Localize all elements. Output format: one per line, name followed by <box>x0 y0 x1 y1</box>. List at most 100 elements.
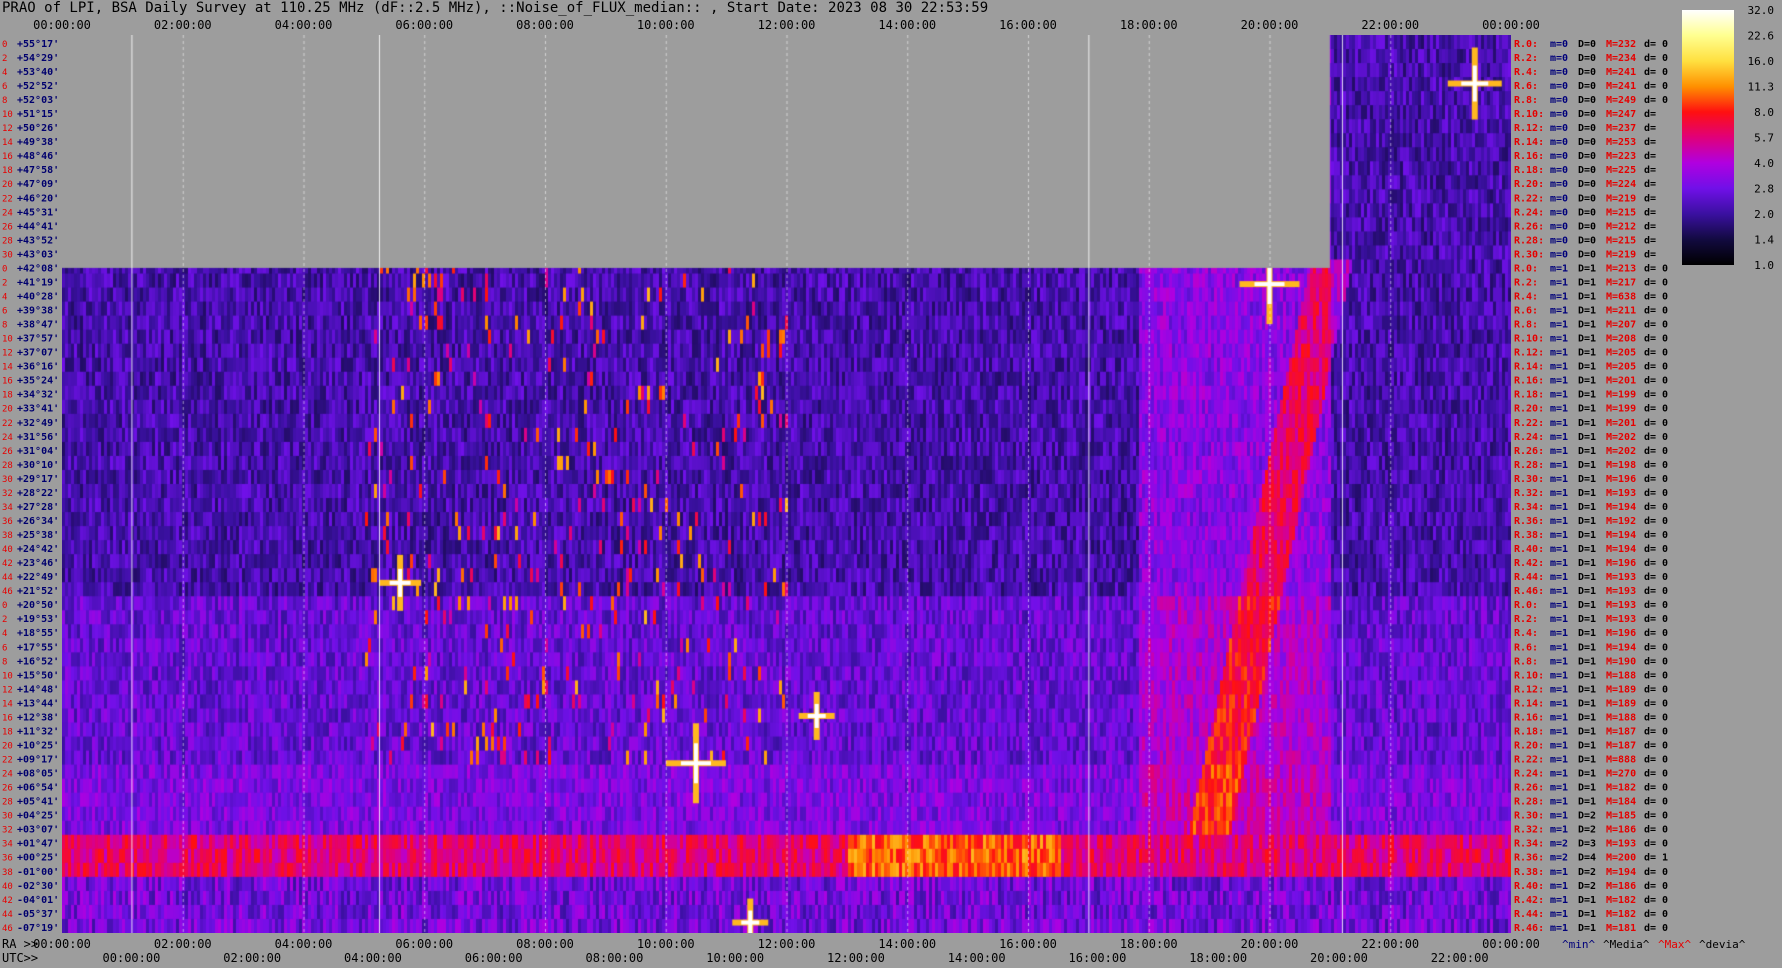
utc-tick-label: 02:00:00 <box>223 951 281 965</box>
stats-deviation: d= 0 <box>1644 488 1668 499</box>
row-index-label: 24 <box>2 770 13 780</box>
stats-min: m=1 <box>1550 614 1568 625</box>
stats-min: m=1 <box>1550 320 1568 331</box>
declination-label: +41°19' <box>17 277 59 288</box>
declination-label: +23°46' <box>17 558 59 569</box>
stats-row-label: R.12: <box>1514 123 1544 134</box>
colorbar-tick-label: 4.0 <box>1754 157 1774 170</box>
declination-label: +53°40' <box>17 67 59 78</box>
stats-median: D=2 <box>1578 825 1596 836</box>
stats-row-label: R.6: <box>1514 81 1538 92</box>
stats-deviation: d= 0 <box>1644 460 1668 471</box>
declination-label: +44°41' <box>17 221 59 232</box>
stats-deviation: d= <box>1644 193 1656 204</box>
stats-deviation: d= 0 <box>1644 474 1668 485</box>
stats-max: M=199 <box>1606 390 1636 401</box>
row-index-label: 2 <box>2 54 7 64</box>
stats-median: D=1 <box>1578 614 1596 625</box>
declination-label: +26°34' <box>17 516 59 527</box>
stats-deviation: d= 0 <box>1644 614 1668 625</box>
stats-row-label: R.16: <box>1514 376 1544 387</box>
stats-deviation: d= 0 <box>1644 839 1668 850</box>
declination-label: -02°30' <box>17 881 59 892</box>
row-index-label: 24 <box>2 208 13 218</box>
stats-deviation: d= 0 <box>1644 502 1668 513</box>
declination-label: +04°25' <box>17 811 59 822</box>
stats-min: m=1 <box>1550 698 1568 709</box>
stats-max: M=205 <box>1606 348 1636 359</box>
stats-min: m=1 <box>1550 895 1568 906</box>
stats-row-label: R.38: <box>1514 867 1544 878</box>
stats-min: m=1 <box>1550 726 1568 737</box>
declination-label: +27°28' <box>17 502 59 513</box>
row-index-label: 38 <box>2 868 13 878</box>
declination-label: +50°26' <box>17 123 59 134</box>
declination-label: +03°07' <box>17 825 59 836</box>
declination-label: +48°46' <box>17 151 59 162</box>
declination-label: -07°19' <box>17 923 59 934</box>
stats-min: m=0 <box>1550 109 1568 120</box>
stats-min: m=1 <box>1550 923 1568 934</box>
row-index-label: 18 <box>2 166 13 176</box>
stats-median: D=1 <box>1578 446 1596 457</box>
colorbar-tick-label: 5.7 <box>1754 132 1774 145</box>
stats-row-label: R.30: <box>1514 474 1544 485</box>
stats-deviation: d= 0 <box>1644 390 1668 401</box>
stats-max: M=182 <box>1606 783 1636 794</box>
top-tick-label: 20:00:00 <box>1241 18 1299 32</box>
declination-label: +47°58' <box>17 165 59 176</box>
stats-deviation: d= 0 <box>1644 642 1668 653</box>
stats-row-label: R.6: <box>1514 642 1538 653</box>
row-index-label: 28 <box>2 236 13 246</box>
stats-deviation: d= 0 <box>1644 656 1668 667</box>
row-index-label: 8 <box>2 96 7 106</box>
stats-deviation: d= 0 <box>1644 797 1668 808</box>
colorbar-gradient <box>1682 10 1734 265</box>
colorbar-tick-label: 11.3 <box>1748 81 1775 94</box>
stats-median: D=0 <box>1578 123 1596 134</box>
declination-label: +11°32' <box>17 726 59 737</box>
stats-deviation: d= 0 <box>1644 740 1668 751</box>
stats-min: m=2 <box>1550 853 1568 864</box>
stats-row-label: R.28: <box>1514 797 1544 808</box>
stats-min: m=0 <box>1550 137 1568 148</box>
stats-median: D=1 <box>1578 923 1596 934</box>
stats-min: m=1 <box>1550 544 1568 555</box>
stats-median: D=1 <box>1578 530 1596 541</box>
stats-median: D=1 <box>1578 502 1596 513</box>
ra-tick-label: 00:00:00 <box>1482 937 1540 951</box>
stats-row-label: R.20: <box>1514 179 1544 190</box>
stats-median: D=1 <box>1578 432 1596 443</box>
stats-row-label: R.22: <box>1514 193 1544 204</box>
stats-deviation: d= 0 <box>1644 769 1668 780</box>
stats-min: m=1 <box>1550 362 1568 373</box>
declination-label: +14°48' <box>17 684 59 695</box>
stats-max: M=193 <box>1606 839 1636 850</box>
stats-row-label: R.44: <box>1514 572 1544 583</box>
stats-deviation: d= 0 <box>1644 811 1668 822</box>
declination-label: -04°01' <box>17 895 59 906</box>
declination-label: +43°03' <box>17 249 59 260</box>
stats-max: M=187 <box>1606 726 1636 737</box>
stats-median: D=1 <box>1578 544 1596 555</box>
declination-label: +52°52' <box>17 81 59 92</box>
stats-row-label: R.2: <box>1514 614 1538 625</box>
stats-max: M=189 <box>1606 684 1636 695</box>
declination-label: +30°10' <box>17 460 59 471</box>
row-index-label: 12 <box>2 349 13 359</box>
stats-min: m=0 <box>1550 207 1568 218</box>
stats-min: m=1 <box>1550 656 1568 667</box>
stats-median: D=1 <box>1578 656 1596 667</box>
stats-min: m=1 <box>1550 769 1568 780</box>
top-tick-label: 12:00:00 <box>758 18 816 32</box>
declination-label: -01°00' <box>17 867 59 878</box>
row-index-label: 36 <box>2 517 13 527</box>
stats-deviation: d= 0 <box>1644 376 1668 387</box>
declination-label: +40°28' <box>17 291 59 302</box>
declination-label: +31°04' <box>17 446 59 457</box>
row-index-label: 26 <box>2 447 13 457</box>
stats-max: M=193 <box>1606 572 1636 583</box>
declination-label: +20°50' <box>17 600 59 611</box>
row-index-label: 4 <box>2 68 7 78</box>
stats-row-label: R.36: <box>1514 853 1544 864</box>
